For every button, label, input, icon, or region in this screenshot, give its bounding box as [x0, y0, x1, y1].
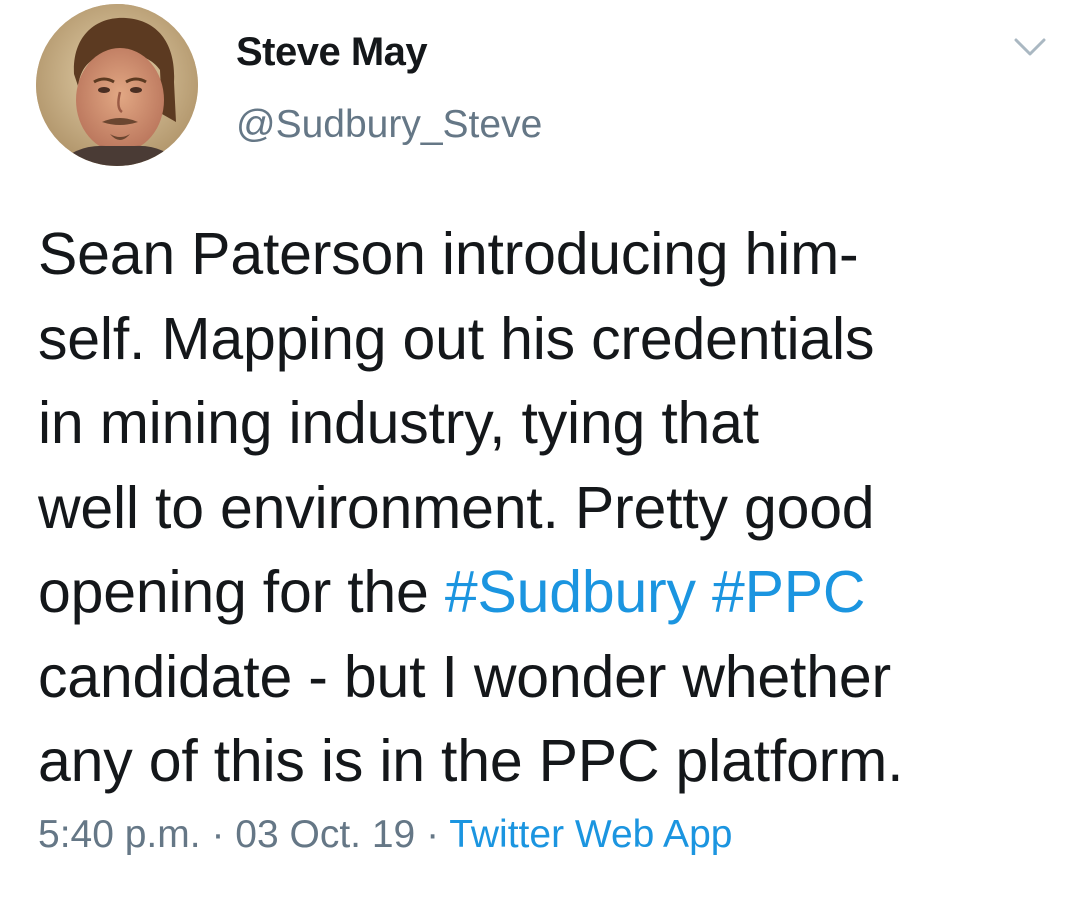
hashtag-link-sudbury[interactable]: #Sudbury	[445, 559, 696, 625]
tweet-text-line: any of this is in the PPC platform.	[38, 728, 904, 794]
chevron-down-icon[interactable]	[1012, 34, 1048, 60]
tweet-text-line: candidate - but I wonder whether	[38, 643, 891, 710]
separator-dot: ·	[426, 813, 440, 856]
tweet-text-line: Sean Paterson introducing him-	[38, 221, 859, 287]
tweet-text-line: well to environment. Pretty good	[38, 474, 875, 541]
tweet-time[interactable]: 5:40 p.m.	[38, 813, 201, 856]
tweet-text-line: in mining industry, tying that	[38, 390, 759, 456]
author-display-name[interactable]: Steve May	[236, 28, 428, 76]
tweet-source-link[interactable]: Twitter Web App	[449, 813, 732, 856]
profile-photo	[36, 4, 198, 166]
separator-dot: ·	[211, 813, 225, 856]
tweet: Steve May @Sudbury_Steve Sean Paterson i…	[0, 0, 1080, 900]
tweet-text-line: opening for the #Sudbury #PPC	[38, 550, 1058, 635]
avatar[interactable]	[36, 4, 198, 166]
tweet-text: Sean Paterson introducing him- self. Map…	[38, 212, 1058, 804]
tweet-metadata: 5:40 p.m. · 03 Oct. 19 · Twitter Web App	[38, 810, 732, 860]
author-handle[interactable]: @Sudbury_Steve	[236, 102, 542, 148]
hashtag-link-ppc[interactable]: #PPC	[712, 559, 866, 625]
tweet-date[interactable]: 03 Oct. 19	[235, 813, 415, 856]
tweet-text-segment	[696, 559, 712, 625]
tweet-text-line: self. Mapping out his credentials	[38, 305, 875, 372]
tweet-text-segment: opening for the	[38, 559, 445, 625]
